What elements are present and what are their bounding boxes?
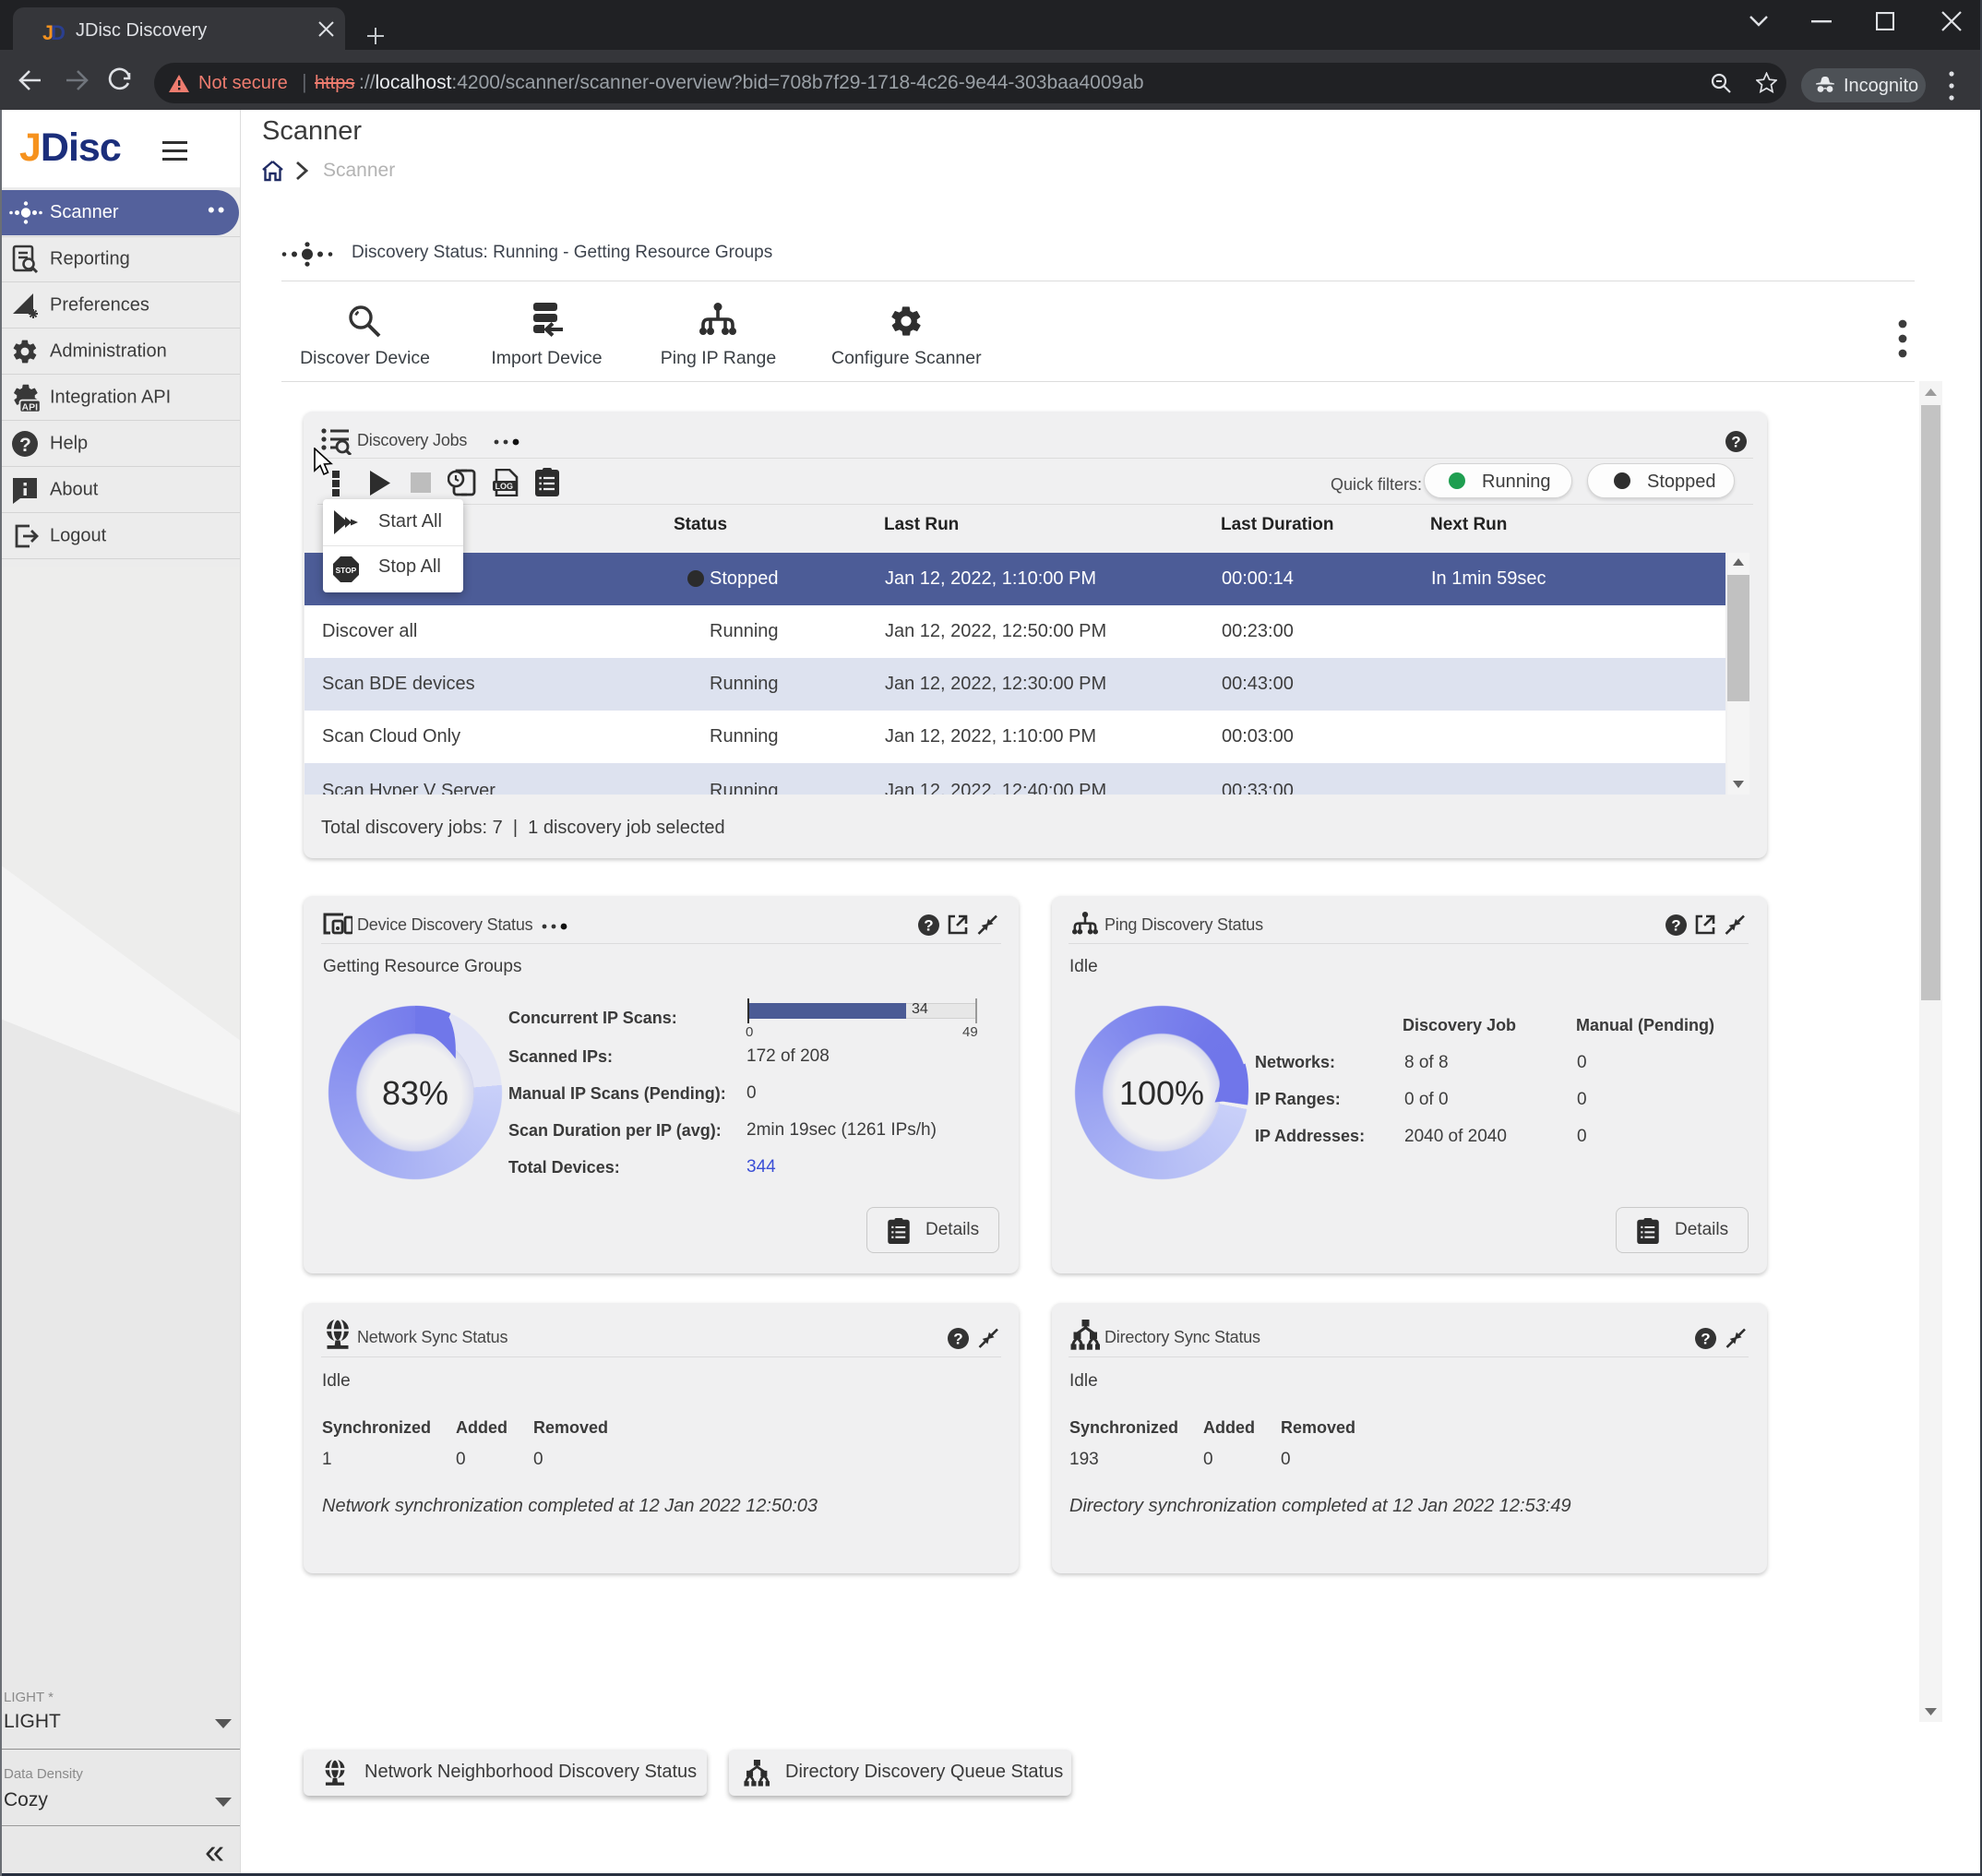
svg-text:?: ? — [1731, 434, 1740, 451]
svg-text:?: ? — [924, 917, 933, 935]
svg-text:LOG: LOG — [496, 482, 514, 491]
svg-text:?: ? — [953, 1331, 962, 1348]
svg-text:83%: 83% — [382, 1074, 448, 1112]
svg-text:API: API — [22, 402, 39, 412]
svg-text:100%: 100% — [1119, 1074, 1204, 1112]
svg-text:STOP: STOP — [336, 566, 357, 575]
svg-text:?: ? — [19, 435, 31, 456]
svg-text:?: ? — [1671, 917, 1680, 935]
svg-text:?: ? — [1701, 1331, 1710, 1348]
svg-text:D: D — [51, 21, 66, 44]
